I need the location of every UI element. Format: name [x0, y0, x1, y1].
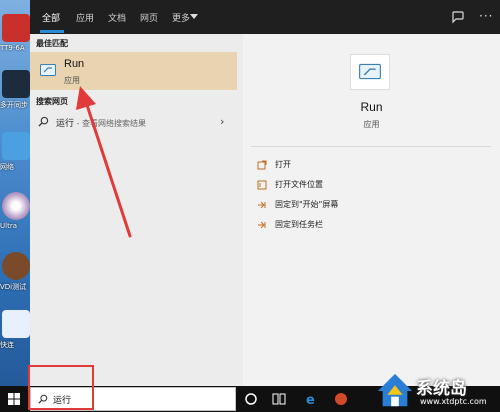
web-search-result[interactable]: 运行 - 查看网络搜索结果 ›: [30, 112, 237, 132]
open-icon: [257, 160, 267, 170]
web-search-heading: 搜索网页: [36, 97, 68, 106]
result-detail-pane: Run 应用 打开 打开文件位置 固定到"开始"屏幕 固定到任务栏: [243, 34, 500, 386]
best-match-title: Run: [64, 58, 85, 70]
action-label: 打开: [275, 160, 291, 169]
desktop-icon-label: TT9-6A: [0, 44, 25, 52]
pin-start-icon: [258, 201, 266, 209]
tab-more[interactable]: 更多: [172, 11, 190, 24]
web-search-label: 运行 - 查看网络搜索结果: [56, 116, 146, 129]
desktop-icon-label: 快连: [0, 341, 14, 349]
action-open-file-location[interactable]: 打开文件位置: [257, 178, 487, 194]
pdf-file-icon[interactable]: [2, 14, 30, 42]
svg-text:e: e: [306, 393, 315, 406]
tab-all[interactable]: 全部: [42, 11, 60, 24]
pin-taskbar-icon: [258, 221, 266, 229]
desktop-icon-label: 网络: [0, 163, 14, 171]
watermark-logo: 系统岛 www.xtdptc.com: [376, 370, 500, 412]
powerpoint-icon[interactable]: [334, 392, 348, 406]
web-search-suffix: - 查看网络搜索结果: [74, 119, 146, 128]
app-shortcut-icon[interactable]: [2, 70, 30, 98]
results-list: 最佳匹配 Run 应用 搜索网页 运行 - 查看网络搜索结果 ›: [30, 34, 239, 386]
media-icon[interactable]: [2, 252, 30, 280]
disc-icon[interactable]: [2, 192, 30, 220]
tab-documents[interactable]: 文档: [108, 11, 126, 24]
more-options-icon[interactable]: ···: [479, 9, 493, 23]
network-icon[interactable]: [2, 132, 30, 160]
run-app-icon: [40, 64, 56, 76]
desktop-icon-label: VDi测试: [0, 283, 27, 291]
best-match-result[interactable]: Run 应用: [30, 52, 237, 90]
action-label: 打开文件位置: [275, 180, 323, 189]
action-label: 固定到任务栏: [275, 220, 323, 229]
active-tab-indicator: [40, 30, 64, 33]
annotation-highlight-box: [28, 365, 94, 410]
desktop-icon-label: Ultra: [0, 222, 17, 230]
watermark-title: 系统岛: [416, 379, 467, 399]
chevron-down-icon[interactable]: [190, 14, 198, 19]
edge-browser-icon[interactable]: e: [304, 392, 318, 406]
feedback-icon[interactable]: [450, 9, 466, 25]
start-search-panel: 全部 应用 文档 网页 更多 ··· 最佳匹配 Run 应用 搜索网页 运行 -: [30, 0, 500, 386]
detail-title: Run: [360, 100, 383, 114]
run-app-large-icon: [350, 54, 390, 90]
search-filter-bar: 全部 应用 文档 网页 更多 ···: [30, 0, 500, 34]
web-search-query: 运行: [56, 119, 75, 129]
tab-web[interactable]: 网页: [140, 11, 158, 24]
watermark-house-icon: [377, 373, 413, 407]
windows-start-icon[interactable]: [8, 393, 20, 405]
desktop-icon-label: 多开同步: [0, 101, 28, 109]
search-icon: [38, 116, 49, 127]
tab-apps[interactable]: 应用: [76, 11, 94, 24]
folder-location-icon: [257, 180, 267, 190]
app-shortcut-icon[interactable]: [2, 310, 30, 338]
action-open[interactable]: 打开: [257, 158, 487, 174]
task-view-icon[interactable]: [272, 392, 286, 406]
watermark-url: www.xtdptc.com: [420, 397, 487, 406]
best-match-heading: 最佳匹配: [36, 39, 68, 48]
cortana-icon[interactable]: [244, 392, 258, 406]
action-pin-to-start[interactable]: 固定到"开始"屏幕: [257, 198, 487, 214]
action-pin-to-taskbar[interactable]: 固定到任务栏: [257, 218, 487, 234]
divider: [251, 146, 491, 147]
action-label: 固定到"开始"屏幕: [275, 200, 339, 209]
chevron-right-icon[interactable]: ›: [220, 115, 224, 128]
detail-subtitle: 应用: [363, 120, 380, 129]
best-match-subtitle: 应用: [64, 76, 80, 85]
